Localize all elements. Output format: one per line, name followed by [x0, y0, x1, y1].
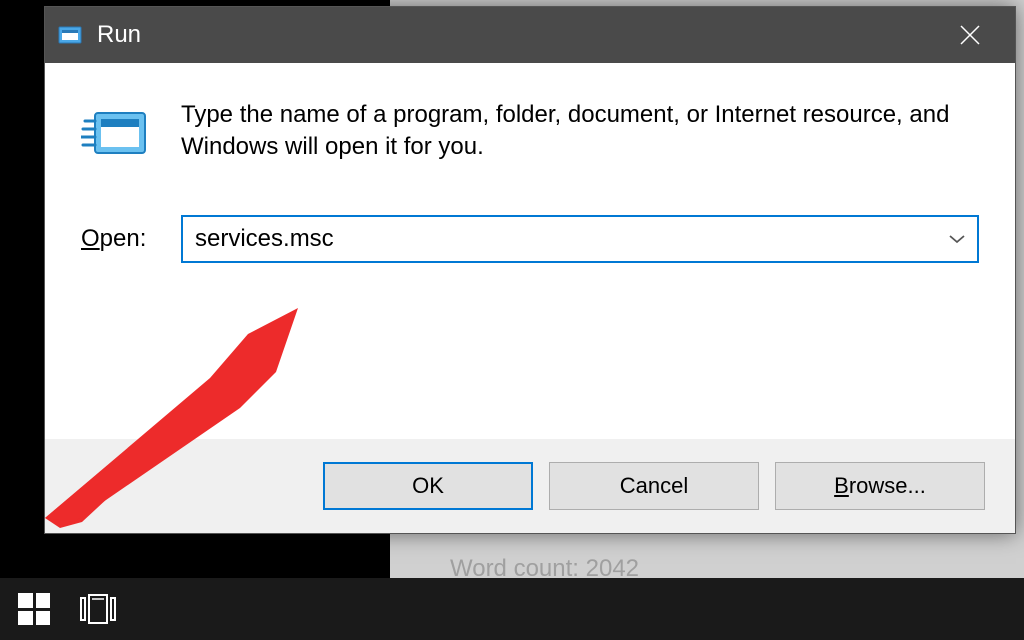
instruction-row: Type the name of a program, folder, docu… [81, 99, 979, 167]
task-view-icon[interactable] [80, 594, 116, 624]
titlebar[interactable]: Run [45, 7, 1015, 63]
run-icon [57, 24, 83, 46]
dialog-body: Type the name of a program, folder, docu… [45, 63, 1015, 263]
browse-button[interactable]: Browse... [775, 462, 985, 510]
titlebar-title: Run [97, 21, 141, 49]
ok-button[interactable]: OK [323, 462, 533, 510]
run-large-icon [81, 103, 153, 167]
open-row: Open: [81, 215, 979, 263]
taskbar[interactable] [0, 578, 1024, 640]
run-dialog: Run Type the name of a program, folder, … [44, 6, 1016, 534]
instruction-text: Type the name of a program, folder, docu… [181, 99, 979, 164]
chevron-down-icon[interactable] [937, 217, 977, 261]
open-label: Open: [81, 225, 163, 253]
open-input[interactable] [183, 217, 937, 261]
open-combobox[interactable] [181, 215, 979, 263]
button-row: OK Cancel Browse... [45, 439, 1015, 533]
close-button[interactable] [925, 7, 1015, 63]
start-icon[interactable] [18, 593, 50, 625]
cancel-button[interactable]: Cancel [549, 462, 759, 510]
